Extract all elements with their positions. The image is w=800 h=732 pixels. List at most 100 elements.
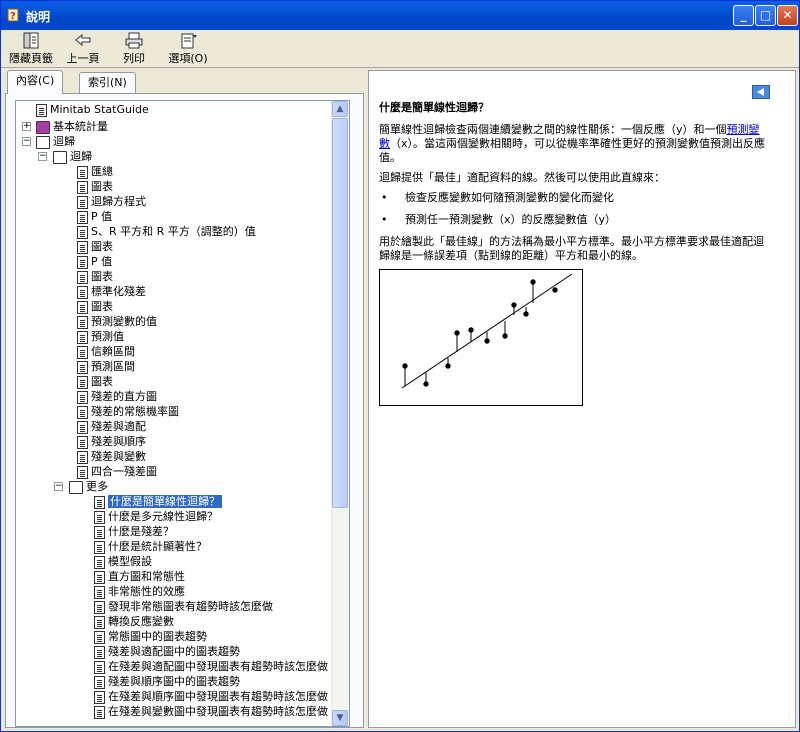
tree-item-label: 標準化殘差: [91, 285, 146, 298]
title-bar[interactable]: ? 說明 _ □ ✕: [1, 1, 799, 30]
tree-item-label: 殘差的直方圖: [91, 390, 157, 403]
tree-item-label: 圖表: [91, 300, 113, 313]
contents-tree[interactable]: Minitab StatGuide + 基本統計量 − 迴歸 − 迴歸 匯總 圖表…: [15, 100, 350, 727]
page-icon: [94, 705, 105, 719]
page-icon: [94, 615, 105, 629]
tree-subitem[interactable]: 在殘差與順序圖中發現圖表有趨勢時該怎麼做: [94, 689, 328, 704]
tree-item[interactable]: S、R 平方和 R 平方（調整的）值: [77, 224, 256, 239]
tree-subitem-label: 模型假設: [108, 555, 152, 568]
tree-subitem[interactable]: 在殘差與變數圖中發現圖表有趨勢時該怎麼做: [94, 704, 328, 719]
tree-node-more[interactable]: 更多: [69, 479, 108, 494]
back-button[interactable]: 上一頁: [65, 32, 101, 66]
tree-item[interactable]: P 值: [77, 209, 112, 224]
tree-item[interactable]: P 值: [77, 254, 112, 269]
tree-subitem[interactable]: 在殘差與適配圖中發現圖表有趨勢時該怎麼做: [94, 659, 328, 674]
tree-item[interactable]: 信賴區間: [77, 344, 135, 359]
help-app-icon: ?: [7, 8, 19, 22]
minimize-button[interactable]: _: [733, 5, 754, 26]
tree-subitem[interactable]: 什麼是統計顯著性？: [94, 539, 207, 554]
previous-topic-icon[interactable]: [752, 85, 770, 99]
page-icon: [77, 240, 88, 254]
topic-paragraph-3: 用於繪製此「最佳線」的方法稱為最小平方標準。最小平方標準要求最佳適配迴歸線是一條…: [379, 235, 764, 262]
tree-item-label: 預測值: [91, 330, 124, 343]
tree-item-label: 迴歸方程式: [91, 195, 146, 208]
tree-subitem[interactable]: 轉換反應變數: [94, 614, 174, 629]
tree-item[interactable]: 圖表: [77, 269, 113, 284]
tree-subitem[interactable]: 殘差與順序圖中的圖表趨勢: [94, 674, 240, 689]
tree-subitem-label: 直方圖和常態性: [108, 570, 185, 583]
tree-item-label: 四合一殘差圖: [91, 465, 157, 478]
tree-node-basic-stats[interactable]: 基本統計量: [36, 119, 108, 134]
tree-subitem-label: 什麼是殘差？: [108, 525, 174, 538]
help-window: ? 說明 _ □ ✕ 隱藏頁籤 上一頁 列印 選項(O) 內容(C) 索引(N): [0, 0, 800, 732]
tree-item[interactable]: 殘差與適配: [77, 419, 146, 434]
tab-contents[interactable]: 內容(C): [7, 70, 64, 94]
scroll-down-icon[interactable]: ▼: [332, 710, 348, 726]
page-icon: [77, 225, 88, 239]
page-icon: [94, 600, 105, 614]
tree-item[interactable]: 殘差的直方圖: [77, 389, 157, 404]
page-icon: [94, 660, 105, 674]
tree-node-label: 迴歸: [53, 135, 75, 148]
page-icon: [77, 345, 88, 359]
tree-item[interactable]: 圖表: [77, 299, 113, 314]
expand-icon[interactable]: +: [22, 122, 31, 131]
page-icon: [77, 195, 88, 209]
tree-item[interactable]: 迴歸方程式: [77, 194, 146, 209]
page-icon: [77, 315, 88, 329]
tree-item[interactable]: 殘差的常態機率圖: [77, 404, 179, 419]
tree-subitem-label: 在殘差與順序圖中發現圖表有趨勢時該怎麼做: [108, 690, 328, 703]
paragraph-text: 簡單線性迴歸檢查兩個連續變數之間的線性關係：一個反應（y）和一個: [379, 123, 727, 136]
tree-item[interactable]: 圖表: [77, 179, 113, 194]
tree-subitem-label: 轉換反應變數: [108, 615, 174, 628]
hide-tabs-button[interactable]: 隱藏頁籤: [7, 32, 55, 66]
page-icon: [94, 510, 105, 524]
tree-item[interactable]: 匯總: [77, 164, 113, 179]
tree-node-label: 更多: [86, 480, 108, 493]
tree-item[interactable]: 殘差與順序: [77, 434, 146, 449]
tree-subitem[interactable]: 模型假設: [94, 554, 152, 569]
tree-item[interactable]: 預測值: [77, 329, 124, 344]
tree-node-regression-sub[interactable]: 迴歸: [53, 149, 92, 164]
tree-item-label: 圖表: [91, 375, 113, 388]
tree-subitem[interactable]: 什麼是簡單線性迴歸？: [94, 494, 222, 509]
bullet-list: 檢查反應變數如何隨預測變數的變化而變化 預測任一預測變數（x）的反應變數值（y）: [379, 191, 769, 227]
tree-node-label: Minitab StatGuide: [50, 103, 149, 116]
tree-item[interactable]: 圖表: [77, 239, 113, 254]
hide-tabs-label: 隱藏頁籤: [9, 52, 53, 65]
page-icon: [94, 540, 105, 554]
tree-node-regression[interactable]: 迴歸: [36, 134, 75, 149]
close-button[interactable]: ✕: [777, 5, 798, 26]
tree-subitem[interactable]: 非常態性的效應: [94, 584, 185, 599]
collapse-icon[interactable]: −: [38, 152, 47, 161]
tree-subitem[interactable]: 殘差與適配圖中的圖表趨勢: [94, 644, 240, 659]
tree-subitem[interactable]: 什麼是殘差？: [94, 524, 174, 539]
scroll-thumb[interactable]: [332, 118, 348, 508]
tree-scrollbar[interactable]: ▲ ▼: [331, 101, 349, 726]
tab-index[interactable]: 索引(N): [79, 72, 136, 93]
tree-item[interactable]: 預測變數的值: [77, 314, 157, 329]
page-icon: [77, 300, 88, 314]
tree-item-label: 預測變數的值: [91, 315, 157, 328]
tree-item[interactable]: 預測區間: [77, 359, 135, 374]
print-button[interactable]: 列印: [119, 32, 149, 66]
tree-subitem[interactable]: 發現非常態圖表有趨勢時該怎麼做: [94, 599, 273, 614]
collapse-icon[interactable]: −: [22, 137, 31, 146]
tree-item[interactable]: 四合一殘差圖: [77, 464, 157, 479]
svg-text:?: ?: [10, 11, 16, 22]
tree-item[interactable]: 標準化殘差: [77, 284, 146, 299]
tree-subitem[interactable]: 直方圖和常態性: [94, 569, 185, 584]
maximize-button[interactable]: □: [755, 5, 776, 26]
collapse-icon[interactable]: −: [54, 482, 63, 491]
tree-subitem[interactable]: 常態圖中的圖表趨勢: [94, 629, 207, 644]
tree-item[interactable]: 圖表: [77, 374, 113, 389]
options-button[interactable]: 選項(O): [166, 32, 210, 66]
tree-node-statguide[interactable]: Minitab StatGuide: [36, 102, 149, 117]
tree-item-label: 信賴區間: [91, 345, 135, 358]
tree-item[interactable]: 殘差與變數: [77, 449, 146, 464]
scroll-up-icon[interactable]: ▲: [332, 101, 348, 117]
tree-subitem-label: 在殘差與適配圖中發現圖表有趨勢時該怎麼做: [108, 660, 328, 673]
topic-paragraph-2: 迴歸提供「最佳」適配資料的線。然後可以使用此直線來：: [379, 171, 665, 184]
tree-subitem[interactable]: 什麼是多元線性迴歸？: [94, 509, 218, 524]
hide-tabs-icon: [23, 32, 39, 49]
